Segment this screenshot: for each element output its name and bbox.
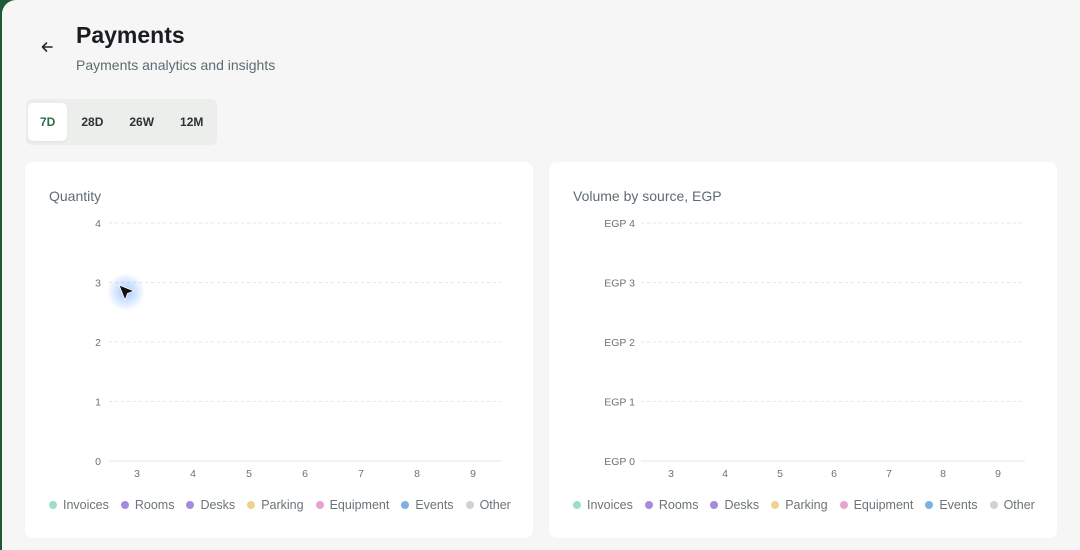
legend-label: Parking <box>261 498 304 512</box>
x-tick-label: 3 <box>668 468 674 480</box>
legend-item-rooms[interactable]: Rooms <box>120 498 175 512</box>
legend-item-equipment[interactable]: Equipment <box>839 498 914 512</box>
x-tick-label: 9 <box>470 468 476 480</box>
x-tick-label: 6 <box>302 468 308 480</box>
x-tick-label: 8 <box>414 468 420 480</box>
x-tick-label: 3 <box>134 468 140 480</box>
legend-label: Equipment <box>853 498 914 512</box>
legend-label: Invoices <box>587 498 633 512</box>
mouse-cursor-icon <box>107 273 145 311</box>
quantity-chart: 0 1 2 3 4 3 4 5 6 7 8 9 <box>95 218 501 480</box>
legend-label: Desks <box>724 498 760 512</box>
legend-label: Invoices <box>63 498 109 512</box>
legend-item-other[interactable]: Other <box>989 498 1035 512</box>
x-tick-label: 5 <box>246 468 252 480</box>
y-tick-label: 4 <box>95 218 101 230</box>
legend-dot <box>315 501 324 509</box>
y-tick-label: 1 <box>95 397 101 409</box>
legend-item-invoices[interactable]: Invoices <box>49 498 109 512</box>
legend-dot <box>573 501 581 509</box>
legend-item-desks[interactable]: Desks <box>186 498 235 512</box>
y-tick-label: 3 <box>95 278 101 290</box>
volume-chart: EGP 0 EGP 1 EGP 2 EGP 3 EGP 4 3 4 5 6 7 8 9 <box>604 218 1025 480</box>
x-tick-label: 4 <box>190 468 196 480</box>
legend-dot <box>710 501 719 509</box>
chart-legend: Invoices Rooms Desks Parking Equipment E… <box>49 498 511 512</box>
y-tick-label: EGP 3 <box>604 278 635 290</box>
x-tick-label: 9 <box>995 468 1001 480</box>
legend-item-other[interactable]: Other <box>465 498 511 512</box>
legend-item-events[interactable]: Events <box>401 498 454 512</box>
legend-label: Events <box>939 498 978 512</box>
x-tick-label: 8 <box>940 468 946 480</box>
y-tick-label: 0 <box>95 456 101 468</box>
volume-chart-card: Volume by source, EGP EGP 0 EGP 1 EGP 2 EGP… <box>549 162 1057 538</box>
back-button[interactable] <box>32 32 62 62</box>
legend-item-events[interactable]: Events <box>925 498 978 512</box>
legend-label: Events <box>415 498 454 512</box>
arrow-left-icon <box>41 42 53 52</box>
legend-dot <box>465 501 474 509</box>
legend-label: Other <box>479 498 511 512</box>
y-tick-label: EGP 1 <box>604 397 635 409</box>
legend-label: Rooms <box>658 498 699 512</box>
y-tick-label: EGP 0 <box>604 456 635 468</box>
tab-28d[interactable]: 28D <box>69 103 115 141</box>
x-tick-label: 7 <box>358 468 364 480</box>
legend-dot <box>186 501 195 509</box>
x-tick-label: 6 <box>831 468 837 480</box>
legend-dot <box>989 501 998 509</box>
legend-dot <box>771 501 780 509</box>
y-tick-label: EGP 2 <box>604 337 635 349</box>
legend-item-parking[interactable]: Parking <box>247 498 304 512</box>
legend-item-parking[interactable]: Parking <box>771 498 828 512</box>
x-tick-label: 7 <box>886 468 892 480</box>
legend-dot <box>401 501 410 509</box>
legend-dot <box>247 501 256 509</box>
legend-item-desks[interactable]: Desks <box>710 498 759 512</box>
x-tick-label: 4 <box>722 468 728 480</box>
legend-label: Other <box>1003 498 1035 512</box>
legend-dot <box>839 501 848 509</box>
legend-dot <box>644 501 653 509</box>
legend-label: Rooms <box>134 498 175 512</box>
quantity-chart-card: Quantity 012343456789 Invoices Rooms Des… <box>25 162 533 538</box>
legend-item-equipment[interactable]: Equipment <box>315 498 390 512</box>
tab-12m[interactable]: 12M <box>168 103 215 141</box>
legend-label: Desks <box>200 498 236 512</box>
legend-label: Equipment <box>329 498 390 512</box>
legend-dot <box>120 501 129 509</box>
page-title: Payments <box>76 22 185 48</box>
payments-page: Payments Payments analytics and insights… <box>2 0 1080 550</box>
range-tabs: 7D 28D 26W 12M <box>26 99 218 145</box>
y-tick-label: EGP 4 <box>604 218 635 230</box>
x-tick-label: 5 <box>777 468 783 480</box>
legend-label: Parking <box>785 498 828 512</box>
legend-item-invoices[interactable]: Invoices <box>573 498 633 512</box>
legend-item-rooms[interactable]: Rooms <box>644 498 699 512</box>
tab-26w[interactable]: 26W <box>117 103 166 141</box>
legend-dot <box>925 501 934 509</box>
page-subtitle: Payments analytics and insights <box>76 57 276 73</box>
legend-dot <box>49 501 57 509</box>
y-tick-label: 2 <box>95 337 101 349</box>
chart-legend: Invoices Rooms Desks Parking Equipment E… <box>573 498 1035 512</box>
tab-7d[interactable]: 7D <box>28 103 68 141</box>
